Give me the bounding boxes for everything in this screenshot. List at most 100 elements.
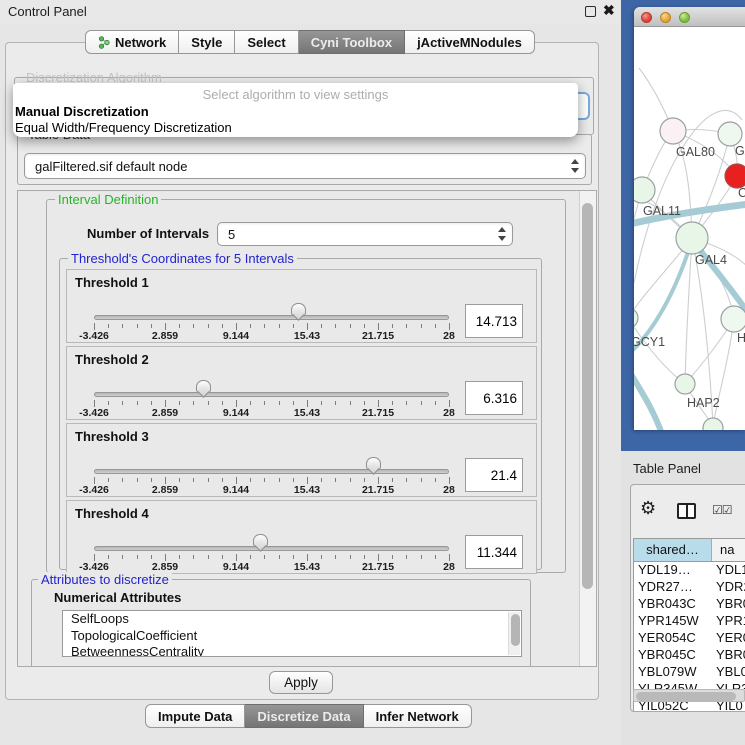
table-row[interactable]: YBR043CYBR0: [634, 596, 745, 613]
table-row[interactable]: YBR045CYBR0: [634, 647, 745, 664]
slider-thumb[interactable]: [291, 303, 306, 323]
network-window[interactable]: GAL80GACGAL11GAL4GCY1HHAP2: [634, 7, 745, 430]
threshold-panel: Threshold 3 -3.4262.8599.14415.4321.7152…: [66, 423, 537, 497]
combo-stepper-icon: [570, 158, 581, 174]
network-node[interactable]: [675, 374, 695, 394]
network-icon: [98, 36, 110, 49]
column-header-name[interactable]: na: [712, 539, 745, 561]
application-window: Control Panel ✖ Network Style Select Cyn…: [0, 0, 745, 745]
attributes-group-title: Attributes to discretize: [38, 572, 172, 587]
tab-style[interactable]: Style: [179, 30, 235, 54]
network-node[interactable]: [725, 164, 745, 188]
threshold-value-input[interactable]: [465, 458, 523, 492]
control-panel-tabbar: Network Style Select Cyni Toolbox jActiv…: [85, 30, 535, 54]
network-node[interactable]: [660, 118, 686, 144]
numerical-attributes-label: Numerical Attributes: [54, 590, 181, 605]
attribute-list-item[interactable]: SelfLoops: [63, 611, 521, 628]
table-data-combo[interactable]: galFiltered.sif default node: [24, 153, 586, 179]
network-node[interactable]: [718, 122, 742, 146]
algorithm-option-manual[interactable]: Manual Discretization: [15, 104, 149, 119]
slider-thumb[interactable]: [366, 457, 381, 477]
minimize-window-icon[interactable]: [660, 12, 671, 23]
network-node-label: GCY1: [634, 335, 665, 349]
table-row[interactable]: YDR27…YDR2: [634, 579, 745, 596]
threshold-slider[interactable]: -3.4262.8599.14415.4321.71528: [67, 347, 457, 421]
threshold-value-input[interactable]: [465, 381, 523, 415]
threshold-panel: Threshold 2 -3.4262.8599.14415.4321.7152…: [66, 346, 537, 420]
threshold-slider[interactable]: -3.4262.8599.14415.4321.71528: [67, 424, 457, 498]
network-canvas[interactable]: GAL80GACGAL11GAL4GCY1HHAP2: [634, 28, 745, 430]
algorithm-option-equal-width[interactable]: Equal Width/Frequency Discretization: [15, 120, 232, 135]
num-intervals-value: 5: [228, 227, 235, 242]
slider-track[interactable]: [94, 469, 449, 474]
threshold-slider[interactable]: -3.4262.8599.14415.4321.71528: [67, 501, 457, 575]
float-window-icon[interactable]: [585, 6, 596, 17]
tab-network[interactable]: Network: [85, 30, 179, 54]
column-header-shared-name[interactable]: shared…: [634, 539, 712, 561]
slider-thumb[interactable]: [196, 380, 211, 400]
tab-jactivemnodules[interactable]: jActiveMNodules: [405, 30, 535, 54]
network-node-label: GAL11: [643, 204, 681, 218]
table-row[interactable]: YPR145WYPR1: [634, 613, 745, 630]
table-horizontal-scrollbar[interactable]: [633, 689, 745, 702]
settings-vertical-scrollbar[interactable]: [579, 191, 596, 666]
column-layout-icon[interactable]: [677, 503, 696, 519]
network-node-label: H: [737, 331, 745, 345]
tab-infer-network[interactable]: Infer Network: [364, 704, 472, 728]
algorithm-dropdown-popup: Select algorithm to view settings Manual…: [13, 83, 578, 137]
tab-select[interactable]: Select: [235, 30, 298, 54]
threshold-slider[interactable]: -3.4262.8599.14415.4321.71528: [67, 270, 457, 344]
gear-icon[interactable]: ⚙: [640, 498, 656, 519]
apply-button[interactable]: Apply: [269, 671, 333, 694]
tab-impute-data[interactable]: Impute Data: [145, 704, 245, 728]
network-node-label: GAL80: [676, 145, 715, 159]
num-intervals-combo[interactable]: 5: [217, 222, 513, 246]
network-node[interactable]: [703, 418, 723, 430]
threshold-value-input[interactable]: [465, 304, 523, 338]
table-panel-title: Table Panel: [633, 461, 701, 476]
close-panel-icon[interactable]: ✖: [603, 2, 615, 19]
network-node[interactable]: [676, 222, 708, 254]
table-data-combo-value: galFiltered.sif default node: [35, 159, 187, 174]
network-node-label: C: [738, 186, 745, 200]
network-node[interactable]: [634, 177, 655, 203]
tab-cyni-toolbox[interactable]: Cyni Toolbox: [299, 30, 405, 54]
threshold-value-input[interactable]: [465, 535, 523, 569]
tab-discretize-data[interactable]: Discretize Data: [245, 704, 363, 728]
table-panel-body: ⚙ ☑☑ shared… na YDL19…YDL1YDR27…YDR2YBR0…: [630, 484, 745, 712]
scrollbar-thumb[interactable]: [636, 692, 736, 701]
slider-track[interactable]: [94, 392, 449, 397]
settings-scrollpane: Interval Definition Number of Intervals …: [17, 190, 597, 667]
num-intervals-label: Number of Intervals: [87, 226, 209, 241]
slider-thumb[interactable]: [253, 534, 268, 554]
checkbox-columns-icon[interactable]: ☑☑: [712, 503, 732, 517]
close-window-icon[interactable]: [641, 12, 652, 23]
network-desktop: GAL80GACGAL11GAL4GCY1HHAP2: [621, 0, 745, 451]
table-row[interactable]: YBL079WYBL0: [634, 664, 745, 681]
node-table: shared… na YDL19…YDL1YDR27…YDR2YBR043CYB…: [633, 538, 745, 712]
table-data-group: Table Data galFiltered.sif default node: [17, 134, 592, 185]
table-row[interactable]: YDL19…YDL1: [634, 562, 745, 579]
attributes-group: Attributes to discretize Numerical Attri…: [31, 579, 531, 667]
control-panel-titlebar: Control Panel ✖: [0, 0, 621, 24]
thresholds-group-title: Threshold's Coordinates for 5 Intervals: [68, 251, 297, 266]
table-header-row: shared… na: [633, 538, 745, 562]
cyni-mode-tabbar: Impute Data Discretize Data Infer Networ…: [145, 704, 472, 728]
attribute-list-item[interactable]: BetweennessCentrality: [63, 644, 521, 657]
scrollbar-thumb[interactable]: [582, 203, 593, 589]
network-window-titlebar: [634, 7, 745, 27]
network-node[interactable]: [634, 308, 638, 328]
network-node-label: HAP2: [687, 396, 720, 410]
network-node[interactable]: [721, 306, 745, 332]
network-node-label: GAL4: [695, 253, 727, 267]
slider-track[interactable]: [94, 546, 449, 551]
table-row[interactable]: YER054CYER0: [634, 630, 745, 647]
table-panel-section: Table Panel ⚙ ☑☑ shared… na YDL19…YDL1YD…: [621, 451, 745, 745]
attribute-list-item[interactable]: TopologicalCoefficient: [63, 628, 521, 645]
attributes-list-scrollbar[interactable]: [508, 612, 520, 655]
slider-track[interactable]: [94, 315, 449, 320]
numerical-attributes-list[interactable]: SelfLoopsTopologicalCoefficientBetweenne…: [62, 610, 522, 657]
thresholds-group: Threshold's Coordinates for 5 Intervals …: [59, 258, 542, 570]
zoom-window-icon[interactable]: [679, 12, 690, 23]
tab-network-label: Network: [115, 35, 166, 50]
